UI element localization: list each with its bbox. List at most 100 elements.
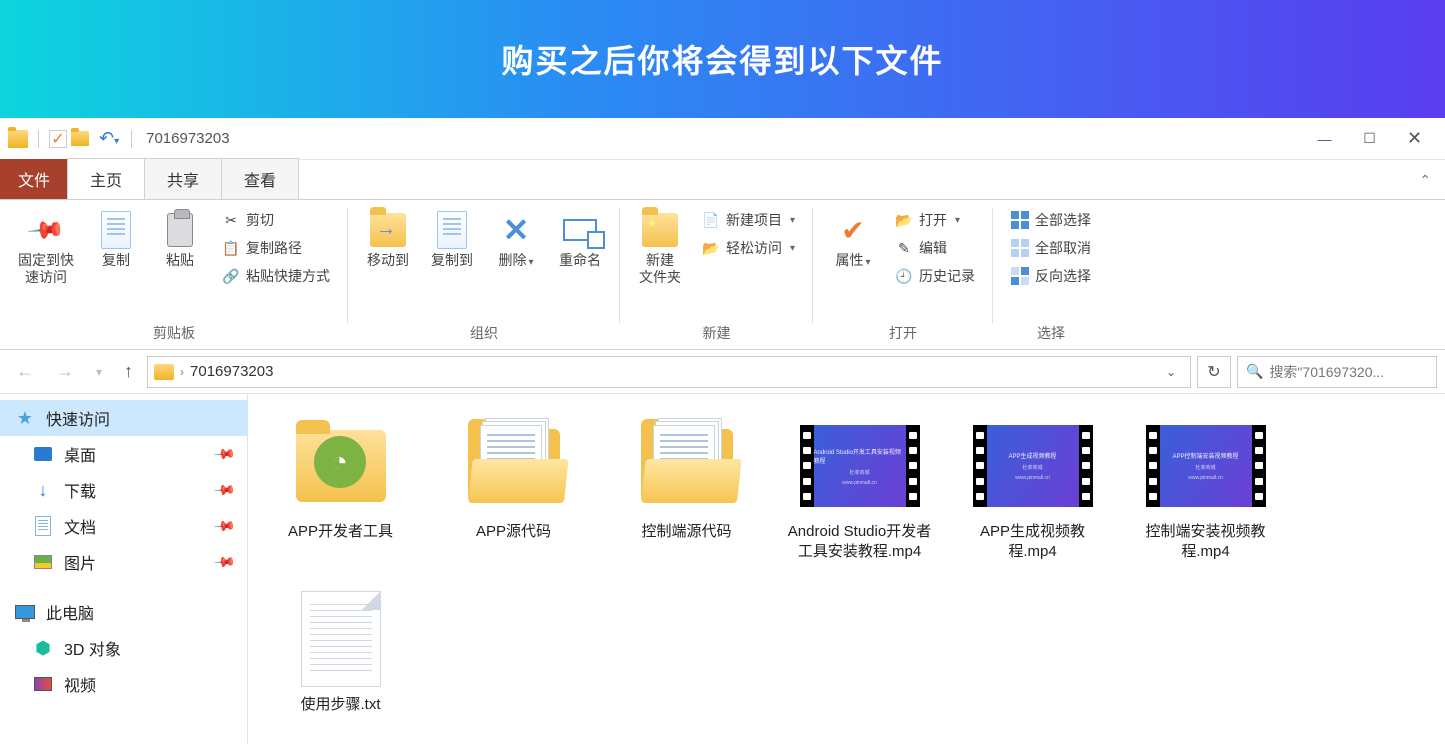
file-item-video[interactable]: Android Studio开发工具安装视频教程杜菲商城www.pinmall.… — [777, 410, 942, 569]
nav-recent-button[interactable]: ▾ — [88, 361, 110, 383]
refresh-button[interactable]: ↻ — [1197, 356, 1231, 388]
separator — [38, 130, 39, 148]
file-item-video[interactable]: APP生成视频教程杜菲商城www.pinmall.cn APP生成视频教程.mp… — [950, 410, 1115, 569]
search-input[interactable]: 🔍 搜索"701697320... — [1237, 356, 1437, 388]
file-item-folder[interactable]: APP源代码 — [431, 410, 596, 548]
delete-button[interactable]: ✕ 删除▾ — [486, 206, 546, 273]
download-icon: ↓ — [32, 480, 54, 500]
path-icon: 📋 — [222, 239, 240, 257]
text-file-icon — [301, 591, 381, 687]
nav-back-button[interactable]: ← — [8, 357, 42, 386]
arrow-icon: → — [376, 218, 396, 241]
pasteshortcut-button[interactable]: 🔗粘贴快捷方式 — [218, 264, 334, 288]
copyto-button[interactable]: 复制到 — [422, 206, 482, 273]
sidebar-item-quickaccess[interactable]: ★ 快速访问 — [0, 400, 247, 436]
qat-properties-icon[interactable]: ✓ — [49, 130, 67, 148]
paste-button[interactable]: 粘贴 — [150, 206, 210, 273]
properties-button[interactable]: ✔ 属性▾ — [823, 206, 883, 273]
easyaccess-button[interactable]: 📂轻松访问▾ — [698, 236, 799, 260]
close-button[interactable]: ✕ — [1392, 124, 1437, 154]
sidebar-item-label: 3D 对象 — [64, 636, 121, 660]
file-item-video[interactable]: APP控制端安装视频教程杜菲商城www.pinmall.cn 控制端安装视频教程… — [1123, 410, 1288, 569]
sidebar-item-documents[interactable]: 文档 📌 — [0, 508, 247, 544]
edit-button[interactable]: ✎编辑 — [891, 236, 979, 260]
navigation-bar: ← → ▾ ↑ › 7016973203 ⌄ ↻ 🔍 搜索"701697320.… — [0, 350, 1445, 394]
sidebar-item-label: 视频 — [64, 672, 96, 696]
tab-view[interactable]: 查看 — [221, 158, 299, 199]
history-icon: 🕘 — [895, 267, 913, 285]
sidebar-item-thispc[interactable]: 此电脑 — [0, 594, 247, 630]
chevron-right-icon: › — [180, 365, 184, 379]
moveto-button[interactable]: → 移动到 — [358, 206, 418, 273]
video-icon: APP生成视频教程杜菲商城www.pinmall.cn — [973, 425, 1093, 507]
folder-icon — [154, 364, 174, 380]
shortcut-icon: 🔗 — [222, 267, 240, 285]
invertselect-button[interactable]: 反向选择 — [1007, 264, 1095, 288]
nav-up-button[interactable]: ↑ — [116, 357, 141, 386]
sidebar-item-3dobjects[interactable]: ⬢ 3D 对象 — [0, 630, 247, 666]
selectall-button[interactable]: 全部选择 — [1007, 208, 1095, 232]
history-button[interactable]: 🕘历史记录 — [891, 264, 979, 288]
copy-button[interactable]: 复制 — [86, 206, 146, 273]
minimize-button[interactable]: — — [1302, 124, 1347, 154]
invert-icon — [1011, 267, 1029, 285]
qat-newfolder-icon[interactable] — [71, 131, 89, 146]
address-bar[interactable]: › 7016973203 ⌄ — [147, 356, 1191, 388]
sidebar-item-label: 此电脑 — [46, 600, 94, 624]
pin-icon: 📌 — [212, 478, 236, 502]
tab-home[interactable]: 主页 — [67, 158, 145, 199]
file-label: Android Studio开发者工具安装教程.mp4 — [783, 522, 936, 563]
group-label: 组织 — [470, 319, 498, 347]
sidebar-item-videos[interactable]: 视频 — [0, 666, 247, 702]
separator — [131, 130, 132, 148]
file-item-txt[interactable]: 使用步骤.txt — [258, 583, 423, 721]
group-label: 选择 — [1037, 319, 1065, 347]
group-label: 剪贴板 — [153, 319, 195, 347]
rename-icon — [563, 219, 597, 241]
search-placeholder: 搜索"701697320... — [1269, 362, 1384, 382]
open-button[interactable]: 📂打开▾ — [891, 208, 979, 232]
pin-icon: 📌 — [212, 442, 236, 466]
file-label: APP源代码 — [476, 522, 551, 542]
pin-icon: 📌 — [25, 209, 67, 250]
open-icon: 📂 — [895, 211, 913, 229]
x-icon: ✕ — [503, 211, 530, 249]
tab-share[interactable]: 共享 — [144, 158, 222, 199]
window-titlebar: ✓ ↶▾ 7016973203 — ☐ ✕ — [0, 118, 1445, 160]
clipboard-icon — [167, 213, 193, 247]
video-icon — [34, 677, 52, 691]
maximize-button[interactable]: ☐ — [1347, 124, 1392, 154]
scissors-icon: ✂ — [222, 211, 240, 229]
file-item-folder[interactable]: ◔ APP开发者工具 — [258, 410, 423, 548]
newfolder-button[interactable]: 新建 文件夹 — [630, 206, 690, 290]
cut-button[interactable]: ✂剪切 — [218, 208, 334, 232]
window-title: 7016973203 — [146, 130, 1302, 147]
sidebar-item-pictures[interactable]: 图片 📌 — [0, 544, 247, 580]
copypath-button[interactable]: 📋复制路径 — [218, 236, 334, 260]
file-label: APP开发者工具 — [288, 522, 393, 542]
selectnone-icon — [1011, 239, 1029, 257]
address-dropdown-icon[interactable]: ⌄ — [1158, 365, 1184, 379]
file-label: 控制端源代码 — [641, 522, 731, 542]
copy-icon — [101, 211, 131, 249]
sidebar-item-desktop[interactable]: 桌面 📌 — [0, 436, 247, 472]
ribbon-group-organize: → 移动到 复制到 ✕ 删除▾ 重命名 组织 — [348, 200, 620, 349]
rename-button[interactable]: 重命名 — [550, 206, 610, 273]
video-icon: Android Studio开发工具安装视频教程杜菲商城www.pinmall.… — [800, 425, 920, 507]
ribbon-group-new: 新建 文件夹 📄新建项目▾ 📂轻松访问▾ 新建 — [620, 200, 813, 349]
qat-undo-icon[interactable]: ↶▾ — [99, 128, 119, 149]
pin-quickaccess-button[interactable]: 📌 固定到快 速访问 — [10, 206, 82, 290]
banner-text: 购买之后你将会得到以下文件 — [501, 36, 943, 82]
nav-forward-button[interactable]: → — [48, 357, 82, 386]
tab-file[interactable]: 文件 — [0, 159, 68, 199]
ribbon-tabs: 文件 主页 共享 查看 ⌃ — [0, 160, 1445, 200]
sidebar-item-downloads[interactable]: ↓ 下载 📌 — [0, 472, 247, 508]
ribbon-collapse-icon[interactable]: ⌃ — [1405, 162, 1445, 199]
file-label: 控制端安装视频教程.mp4 — [1129, 522, 1282, 563]
computer-icon — [15, 605, 35, 619]
newitem-button[interactable]: 📄新建项目▾ — [698, 208, 799, 232]
sidebar-item-label: 文档 — [64, 514, 96, 538]
group-label: 打开 — [889, 319, 917, 347]
selectnone-button[interactable]: 全部取消 — [1007, 236, 1095, 260]
file-item-folder[interactable]: 控制端源代码 — [604, 410, 769, 548]
